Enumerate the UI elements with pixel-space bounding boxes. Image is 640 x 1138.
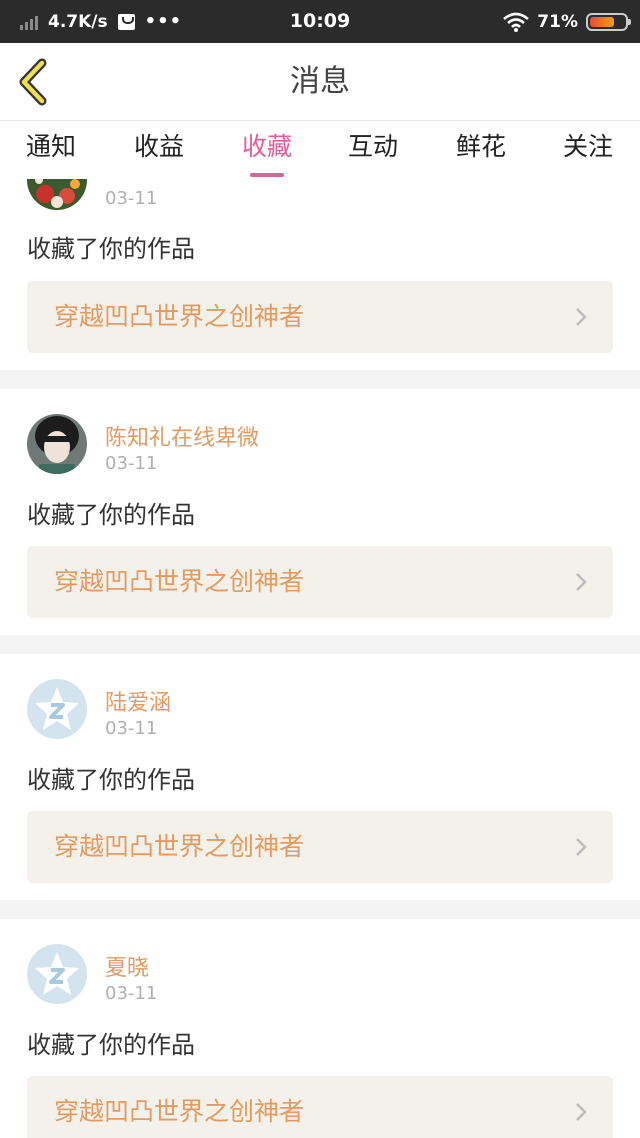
message-date: 03-11 [105, 718, 158, 739]
work-title: 穿越凹凸世界之创神者 [54, 832, 305, 861]
tab-interactions[interactable]: 互动 [333, 129, 413, 165]
message-text: 收藏了你的作品 [27, 1031, 195, 1059]
chevron-right-icon [576, 838, 587, 856]
message-feed: 03-11 收藏了你的作品 穿越凹凸世界之创神者 陈知礼在线卑微 03-11 收… [0, 179, 640, 1138]
work-link[interactable]: 穿越凹凸世界之创神者 [27, 1076, 613, 1138]
chevron-right-icon [576, 573, 587, 591]
avatar[interactable] [27, 179, 87, 210]
battery-percent: 71% [537, 11, 578, 32]
tab-flowers[interactable]: 鲜花 [441, 129, 521, 165]
list-item: 03-11 收藏了你的作品 穿越凹凸世界之创神者 [0, 179, 640, 370]
user-photo-icon [27, 414, 87, 474]
avatar[interactable] [27, 679, 87, 739]
tab-earnings[interactable]: 收益 [119, 129, 199, 165]
username[interactable]: 夏晓 [105, 950, 149, 982]
tab-bar: 通知 收益 收藏 互动 鲜花 关注 [0, 121, 640, 179]
page-title: 消息 [290, 64, 350, 99]
list-item: 陈知礼在线卑微 03-11 收藏了你的作品 穿越凹凸世界之创神者 [0, 389, 640, 635]
default-avatar-icon [35, 687, 79, 730]
work-link[interactable]: 穿越凹凸世界之创神者 [27, 546, 613, 618]
wifi-icon [503, 12, 530, 32]
list-item: 夏晓 03-11 收藏了你的作品 穿越凹凸世界之创神者 [0, 919, 640, 1138]
battery-icon [586, 12, 631, 31]
work-link[interactable]: 穿越凹凸世界之创神者 [27, 281, 613, 353]
avatar[interactable] [27, 414, 87, 474]
message-text: 收藏了你的作品 [27, 235, 195, 263]
tab-notifications[interactable]: 通知 [11, 129, 91, 165]
work-link[interactable]: 穿越凹凸世界之创神者 [27, 811, 613, 883]
flower-photo-icon [27, 179, 87, 210]
chevron-right-icon [576, 1103, 587, 1121]
list-item: 陆爱涵 03-11 收藏了你的作品 穿越凹凸世界之创神者 [0, 654, 640, 900]
message-date: 03-11 [105, 983, 158, 1004]
status-bar: 4.7K/s ••• 10:09 71% [0, 0, 640, 43]
work-title: 穿越凹凸世界之创神者 [54, 302, 305, 331]
message-text: 收藏了你的作品 [27, 501, 195, 529]
work-title: 穿越凹凸世界之创神者 [54, 1097, 305, 1126]
tab-favorites[interactable]: 收藏 [227, 129, 307, 177]
username[interactable]: 陈知礼在线卑微 [105, 420, 259, 452]
tab-follows[interactable]: 关注 [548, 129, 628, 165]
username[interactable]: 陆爱涵 [105, 685, 171, 717]
avatar[interactable] [27, 944, 87, 1004]
default-avatar-icon [35, 952, 79, 995]
work-title: 穿越凹凸世界之创神者 [54, 567, 305, 596]
message-date: 03-11 [105, 188, 158, 209]
message-text: 收藏了你的作品 [27, 766, 195, 794]
message-date: 03-11 [105, 453, 158, 474]
chevron-right-icon [576, 308, 587, 326]
app-header: 消息 [0, 43, 640, 121]
